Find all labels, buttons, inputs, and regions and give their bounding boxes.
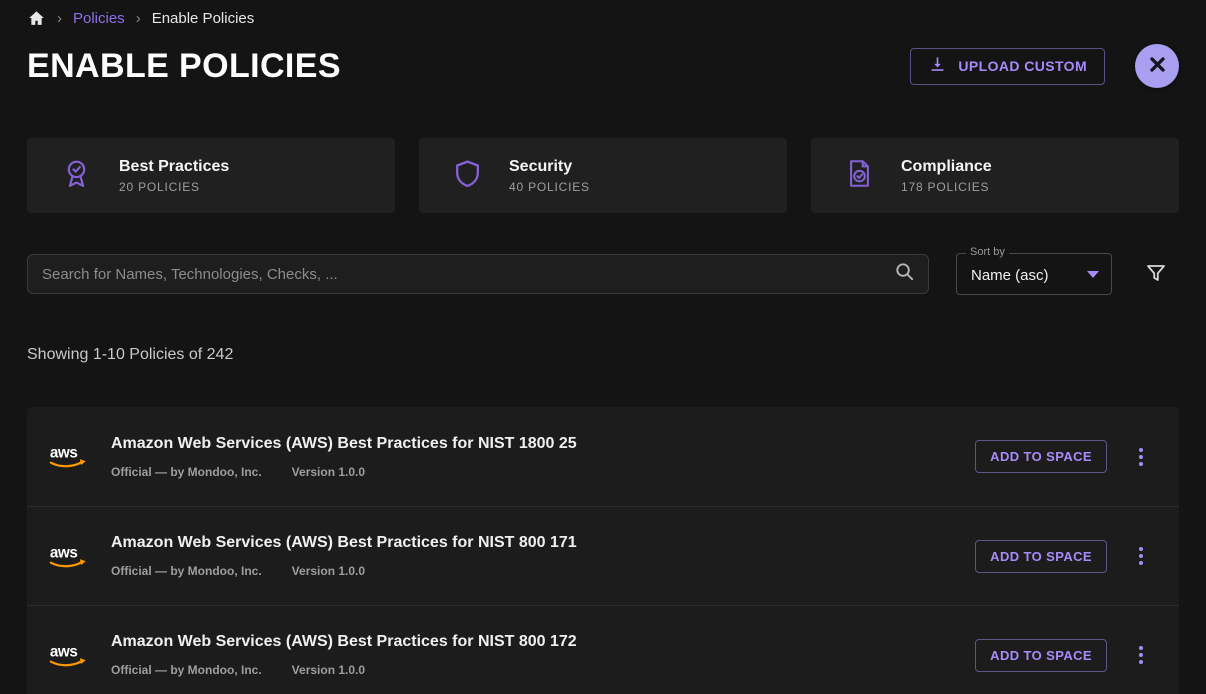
category-count: 178 POLICIES — [901, 180, 992, 194]
policy-row-text: Amazon Web Services (AWS) Best Practices… — [111, 633, 975, 677]
close-button[interactable] — [1135, 44, 1179, 88]
category-title: Security — [509, 158, 590, 176]
category-card-compliance[interactable]: Compliance 178 POLICIES — [811, 138, 1179, 213]
upload-custom-button[interactable]: UPLOAD CUSTOM — [910, 48, 1105, 85]
kebab-menu-icon[interactable] — [1135, 444, 1147, 470]
policy-official: Official — by Mondoo, Inc. — [111, 465, 262, 479]
policy-row-actions: ADD TO SPACE — [975, 440, 1147, 473]
policy-row[interactable]: aws Amazon Web Services (AWS) Best Pract… — [27, 407, 1179, 506]
search-input[interactable] — [42, 266, 893, 283]
policy-list: aws Amazon Web Services (AWS) Best Pract… — [27, 407, 1179, 694]
breadcrumb-current: Enable Policies — [152, 10, 255, 27]
category-card-text: Best Practices 20 POLICIES — [119, 158, 229, 194]
breadcrumb-separator: › — [57, 10, 62, 27]
category-count: 20 POLICIES — [119, 180, 229, 194]
svg-text:aws: aws — [50, 643, 77, 660]
download-icon — [928, 55, 947, 77]
policy-row[interactable]: aws Amazon Web Services (AWS) Best Pract… — [27, 605, 1179, 694]
sort-select[interactable]: Sort by Name (asc) — [956, 253, 1112, 295]
category-cards: Best Practices 20 POLICIES Security 40 P… — [27, 138, 1179, 213]
policy-row[interactable]: aws Amazon Web Services (AWS) Best Pract… — [27, 506, 1179, 605]
aws-logo: aws — [48, 642, 90, 669]
sort-value: Name (asc) — [971, 267, 1049, 284]
svg-text:aws: aws — [50, 544, 77, 561]
add-to-space-button[interactable]: ADD TO SPACE — [975, 440, 1107, 473]
category-title: Compliance — [901, 158, 992, 176]
policy-title: Amazon Web Services (AWS) Best Practices… — [111, 435, 975, 453]
policy-row-text: Amazon Web Services (AWS) Best Practices… — [111, 435, 975, 479]
sort-label: Sort by — [966, 246, 1009, 258]
policy-version: Version 1.0.0 — [292, 465, 365, 479]
policy-official: Official — by Mondoo, Inc. — [111, 663, 262, 677]
policy-row-actions: ADD TO SPACE — [975, 639, 1147, 672]
document-check-icon — [844, 157, 875, 195]
kebab-menu-icon[interactable] — [1135, 642, 1147, 668]
add-to-space-button[interactable]: ADD TO SPACE — [975, 639, 1107, 672]
filter-row: Sort by Name (asc) — [27, 253, 1179, 295]
shield-icon — [452, 157, 483, 195]
category-title: Best Practices — [119, 158, 229, 176]
svg-text:aws: aws — [50, 444, 77, 461]
category-card-best-practices[interactable]: Best Practices 20 POLICIES — [27, 138, 395, 213]
chevron-down-icon — [1087, 271, 1099, 278]
home-icon[interactable] — [27, 9, 46, 28]
breadcrumb-link-policies[interactable]: Policies — [73, 10, 125, 27]
aws-logo: aws — [48, 443, 90, 470]
search-box — [27, 254, 929, 294]
category-card-security[interactable]: Security 40 POLICIES — [419, 138, 787, 213]
page-header: ENABLE POLICIES UPLOAD CUSTOM — [27, 44, 1179, 88]
upload-custom-label: UPLOAD CUSTOM — [958, 58, 1087, 74]
close-icon — [1146, 53, 1169, 79]
policy-official: Official — by Mondoo, Inc. — [111, 564, 262, 578]
page-title: ENABLE POLICIES — [27, 47, 341, 86]
policy-title: Amazon Web Services (AWS) Best Practices… — [111, 534, 975, 552]
breadcrumb: › Policies › Enable Policies — [27, 0, 1179, 24]
category-count: 40 POLICIES — [509, 180, 590, 194]
ribbon-badge-icon — [60, 157, 93, 195]
header-actions: UPLOAD CUSTOM — [910, 44, 1179, 88]
policy-meta: Official — by Mondoo, Inc. Version 1.0.0 — [111, 465, 975, 479]
category-card-text: Security 40 POLICIES — [509, 158, 590, 194]
policy-version: Version 1.0.0 — [292, 663, 365, 677]
filter-funnel-icon — [1144, 261, 1168, 288]
aws-logo: aws — [48, 543, 90, 570]
category-card-text: Compliance 178 POLICIES — [901, 158, 992, 194]
filter-button[interactable] — [1144, 261, 1168, 288]
enable-policies-page: › Policies › Enable Policies ENABLE POLI… — [0, 0, 1206, 694]
add-to-space-button[interactable]: ADD TO SPACE — [975, 540, 1107, 573]
policy-meta: Official — by Mondoo, Inc. Version 1.0.0 — [111, 663, 975, 677]
policy-row-actions: ADD TO SPACE — [975, 540, 1147, 573]
search-icon[interactable] — [893, 260, 916, 288]
results-summary: Showing 1-10 Policies of 242 — [27, 346, 1179, 364]
policy-version: Version 1.0.0 — [292, 564, 365, 578]
policy-meta: Official — by Mondoo, Inc. Version 1.0.0 — [111, 564, 975, 578]
kebab-menu-icon[interactable] — [1135, 543, 1147, 569]
breadcrumb-separator: › — [136, 10, 141, 27]
policy-row-text: Amazon Web Services (AWS) Best Practices… — [111, 534, 975, 578]
policy-title: Amazon Web Services (AWS) Best Practices… — [111, 633, 975, 651]
